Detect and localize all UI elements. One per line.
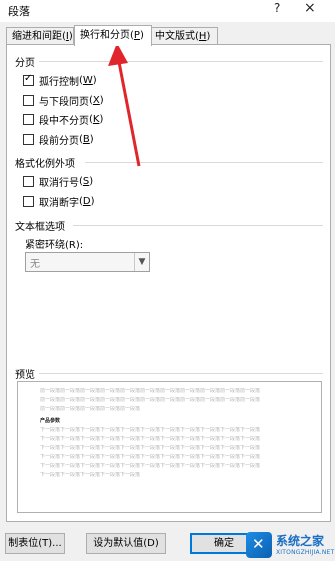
tab-label: 换行和分页 xyxy=(80,30,130,41)
arrow-head xyxy=(108,43,128,66)
arrow-shaft xyxy=(117,61,141,167)
brand-logo-icon: ✕ xyxy=(246,532,272,558)
tab-line-page-breaks[interactable]: 换行和分页(P) xyxy=(74,25,152,46)
tab-accesskey: P xyxy=(133,30,140,41)
annotation-arrow xyxy=(108,43,141,167)
set-default-button[interactable]: 设为默认值(D) xyxy=(86,533,166,554)
watermark-url: XITONGZHIJIA.NET xyxy=(276,549,335,556)
tabs-button[interactable]: 制表位(T)... xyxy=(5,533,65,554)
watermark-logo: ✕ 系统之家 XITONGZHIJIA.NET xyxy=(246,528,335,561)
watermark-brand: 系统之家 xyxy=(276,534,325,548)
